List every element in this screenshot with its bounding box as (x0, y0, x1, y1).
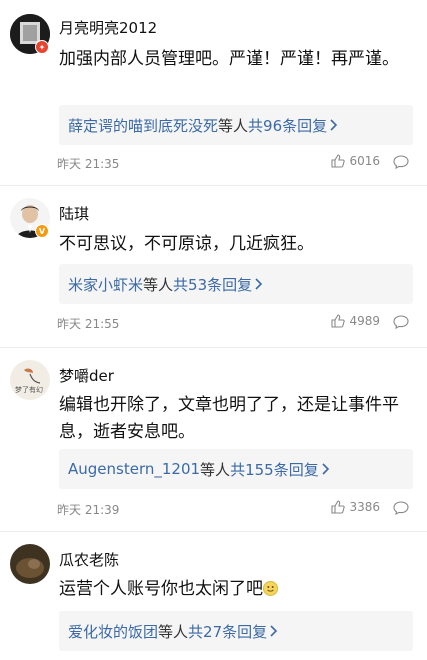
comment-text: 编辑也开除了，文章也明了了，还是让事件平息，逝者安息吧。 (59, 395, 399, 442)
username[interactable]: 陆琪 (59, 203, 89, 224)
reply-author[interactable]: 爱化妆的饭团 (68, 621, 158, 642)
reply-count[interactable]: 共155条回复 (230, 459, 319, 480)
username[interactable]: 月亮明亮2012 (59, 17, 157, 38)
reply-summary[interactable]: 薛定谔的喵到底死没死 等人 共96条回复 (59, 105, 413, 145)
timestamp: 昨天 21:39 (57, 503, 120, 517)
chevron-right-icon (270, 625, 278, 637)
like-count: 6016 (349, 154, 380, 168)
reply-author[interactable]: 薛定谔的喵到底死没死 (68, 115, 218, 136)
reply-author[interactable]: 米家小虾米 (68, 274, 143, 295)
reply-summary[interactable]: 米家小虾米 等人 共53条回复 (59, 264, 413, 304)
timestamp: 昨天 21:55 (57, 317, 120, 331)
reply-count[interactable]: 共27条回复 (188, 621, 267, 642)
comment-text: 加强内部人员管理吧。严谨！严谨！再严谨。 (59, 49, 399, 69)
like-button[interactable]: 4989 (331, 314, 380, 328)
reply-author[interactable]: Augenstern_1201 (68, 460, 200, 478)
comment-icon[interactable] (393, 501, 409, 515)
reply-connector: 等人 (200, 460, 231, 479)
verified-badge-icon: V (35, 224, 49, 238)
reply-summary[interactable]: Augenstern_1201 等人 共155条回复 (59, 449, 413, 489)
username[interactable]: 梦嚼der (59, 365, 114, 386)
chevron-right-icon (255, 278, 263, 290)
avatar-image (10, 544, 50, 584)
reply-count[interactable]: 共96条回复 (248, 115, 327, 136)
comment-icon[interactable] (393, 155, 409, 169)
reply-connector: 等人 (143, 275, 174, 294)
avatar[interactable] (10, 544, 50, 584)
comment-item: 瓜农老陈 运营个人账号你也太闲了吧 爱化妆的饭团 等人 共27条回复 (0, 532, 427, 660)
avatar-lettering: 梦了有幻 (15, 385, 43, 394)
smile-emoji-icon (263, 581, 278, 596)
comment-item: 梦了有幻 梦嚼der 编辑也开除了，文章也明了了，还是让事件平息，逝者安息吧。 … (0, 348, 427, 531)
like-count: 4989 (349, 314, 380, 328)
comment-item: ✦ 月亮明亮2012 加强内部人员管理吧。严谨！严谨！再严谨。 薛定谔的喵到底死… (0, 0, 427, 185)
like-button[interactable]: 3386 (331, 500, 380, 514)
comment-text: 运营个人账号你也太闲了吧 (59, 576, 399, 603)
reply-count[interactable]: 共53条回复 (173, 274, 252, 295)
like-count: 3386 (349, 500, 380, 514)
chevron-right-icon (322, 463, 329, 475)
thumbs-up-icon (331, 154, 346, 168)
thumbs-up-icon (331, 314, 346, 328)
verified-badge-icon: ✦ (35, 40, 49, 54)
username[interactable]: 瓜农老陈 (59, 549, 119, 570)
comment-text: 不可思议，不可原谅，几近疯狂。 (59, 234, 314, 254)
timestamp: 昨天 21:35 (57, 157, 120, 171)
chevron-right-icon (330, 119, 338, 131)
comment-item: V 陆琪 不可思议，不可原谅，几近疯狂。 米家小虾米 等人 共53条回复 昨天 … (0, 186, 427, 347)
avatar-image: 梦了有幻 (10, 360, 50, 400)
avatar[interactable]: 梦了有幻 (10, 360, 50, 400)
comment-text-content: 运营个人账号你也太闲了吧 (59, 579, 263, 599)
like-button[interactable]: 6016 (331, 154, 380, 168)
reply-summary[interactable]: 爱化妆的饭团 等人 共27条回复 (59, 611, 413, 651)
reply-connector: 等人 (218, 116, 249, 135)
thumbs-up-icon (331, 500, 346, 514)
reply-connector: 等人 (158, 622, 189, 641)
comment-icon[interactable] (393, 315, 409, 329)
